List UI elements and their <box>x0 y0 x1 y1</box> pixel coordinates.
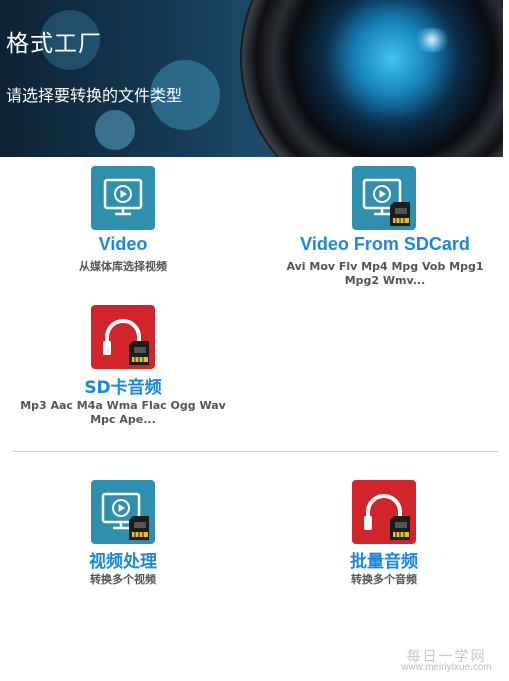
app-title: 格式工厂 <box>6 31 102 57</box>
option-video-desc: 从媒体库选择视频 <box>79 260 167 273</box>
option-sd-audio-label: SD卡音频 <box>84 378 162 398</box>
header-banner: 格式工厂 请选择要转换的文件类型 <box>0 0 503 157</box>
option-audio-batch-desc: 转换多个音频 <box>351 573 417 586</box>
headphones-sdcard-icon <box>91 305 155 369</box>
option-audio-batch-label: 批量音频 <box>350 552 418 572</box>
header-subtitle: 请选择要转换的文件类型 <box>6 86 183 105</box>
bokeh-light <box>95 110 135 150</box>
option-video-label: Video <box>98 234 148 254</box>
option-sd-audio-desc: Mp3 Aac M4a Wma Flac Ogg Wav Mpc Ape... <box>20 399 226 426</box>
option-video-batch-label: 视频处理 <box>89 552 157 572</box>
camera-lens-image <box>242 0 503 157</box>
monitor-sdcard-icon <box>91 480 155 544</box>
headphones-sdcard-icon <box>352 480 416 544</box>
option-video-sdcard-desc: Avi Mov Flv Mp4 Mpg Vob Mpg1 Mpg2 Wmv... <box>286 260 484 287</box>
watermark: 每日一学网 www.meiriyixue.com <box>389 648 504 678</box>
watermark-url: www.meiriyixue.com <box>401 662 492 673</box>
monitor-sdcard-icon <box>352 166 416 230</box>
watermark-title: 每日一学网 <box>406 648 487 664</box>
monitor-play-icon <box>91 166 155 230</box>
option-video-sdcard-label: Video From SDCard <box>300 234 470 254</box>
option-video-batch-desc: 转换多个视频 <box>90 573 156 586</box>
section-divider <box>12 451 498 452</box>
